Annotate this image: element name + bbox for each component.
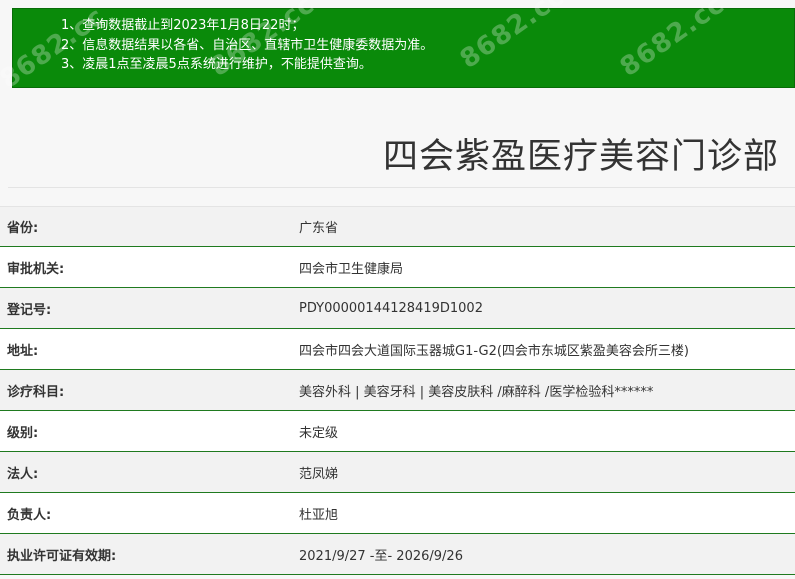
row-value: 广东省 — [299, 221, 339, 236]
table-row-address: 地址: 四会市四会大道国际玉器城G1-G2(四会市东城区紫盈美容会所三楼) — [0, 329, 795, 370]
row-label: 审批机关: — [7, 261, 65, 277]
table-row-level: 级别: 未定级 — [0, 411, 795, 452]
row-label: 诊疗科目: — [7, 384, 65, 400]
table-row-registration: 登记号: PDY00000144128419D1002 — [0, 288, 795, 329]
row-value: 四会市卫生健康局 — [299, 261, 404, 277]
notice-banner: 1、查询数据截止到2023年1月8日22时； 2、信息数据结果以各省、自治区、直… — [0, 0, 795, 95]
page: 1、查询数据截止到2023年1月8日22时； 2、信息数据结果以各省、自治区、直… — [0, 0, 795, 579]
row-label: 级别: — [7, 425, 39, 441]
page-title: 四会紫盈医疗美容门诊部 — [382, 137, 779, 177]
row-value: 四会市四会大道国际玉器城G1-G2(四会市东城区紫盈美容会所三楼) — [299, 343, 690, 359]
info-table: 省份: 广东省 审批机关: 四会市卫生健康局 登记号: PDY000001441… — [0, 206, 795, 575]
table-row-departments: 诊疗科目: 美容外科 | 美容牙科 | 美容皮肤科 /麻醉科 /医学检验科***… — [0, 370, 795, 411]
row-value: 美容外科 | 美容牙科 | 美容皮肤科 /麻醉科 /医学检验科****** — [299, 384, 654, 400]
table-row-license-validity: 执业许可证有效期: 2021/9/27 -至- 2026/9/26 — [0, 534, 795, 575]
row-value: PDY00000144128419D1002 — [299, 300, 483, 316]
row-label: 地址: — [7, 343, 39, 359]
row-label: 法人: — [7, 466, 39, 482]
row-value: 2021/9/27 -至- 2026/9/26 — [299, 548, 463, 564]
row-label: 负责人: — [7, 507, 52, 523]
row-value: 范凤娣 — [299, 466, 339, 482]
row-value: 杜亚旭 — [299, 507, 339, 523]
table-row-manager: 负责人: 杜亚旭 — [0, 493, 795, 534]
table-row-province: 省份: 广东省 — [0, 206, 795, 247]
row-label: 登记号: — [7, 302, 52, 318]
table-row-authority: 审批机关: 四会市卫生健康局 — [0, 247, 795, 288]
notice-line-3: 3、凌晨1点至凌晨5点系统进行维护，不能提供查询。 — [61, 57, 372, 72]
row-value: 未定级 — [299, 425, 339, 441]
row-label: 省份: — [7, 221, 39, 236]
table-row-legal-person: 法人: 范凤娣 — [0, 452, 795, 493]
title-area: 四会紫盈医疗美容门诊部 — [8, 88, 795, 188]
row-label: 执业许可证有效期: — [7, 548, 117, 564]
